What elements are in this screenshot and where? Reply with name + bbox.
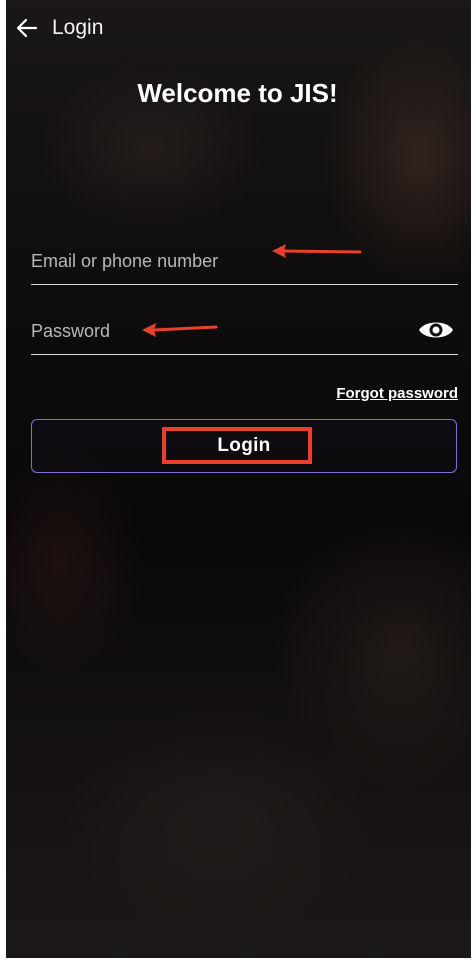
top-bar: Login (14, 12, 103, 44)
login-screen: Login Welcome to JIS! Forgot password Lo… (0, 0, 475, 962)
page-title: Login (52, 16, 104, 39)
screenshot-border (0, 0, 475, 962)
arrow-left-icon[interactable] (14, 15, 40, 41)
login-button-label: Login (217, 435, 271, 456)
email-field (31, 240, 458, 285)
forgot-password-link[interactable]: Forgot password (336, 385, 458, 402)
password-input[interactable] (31, 318, 401, 344)
login-button[interactable]: Login (31, 419, 457, 473)
eye-icon[interactable] (418, 318, 454, 342)
welcome-heading: Welcome to JIS! (137, 78, 338, 108)
password-field (31, 310, 458, 355)
email-input[interactable] (31, 248, 401, 274)
